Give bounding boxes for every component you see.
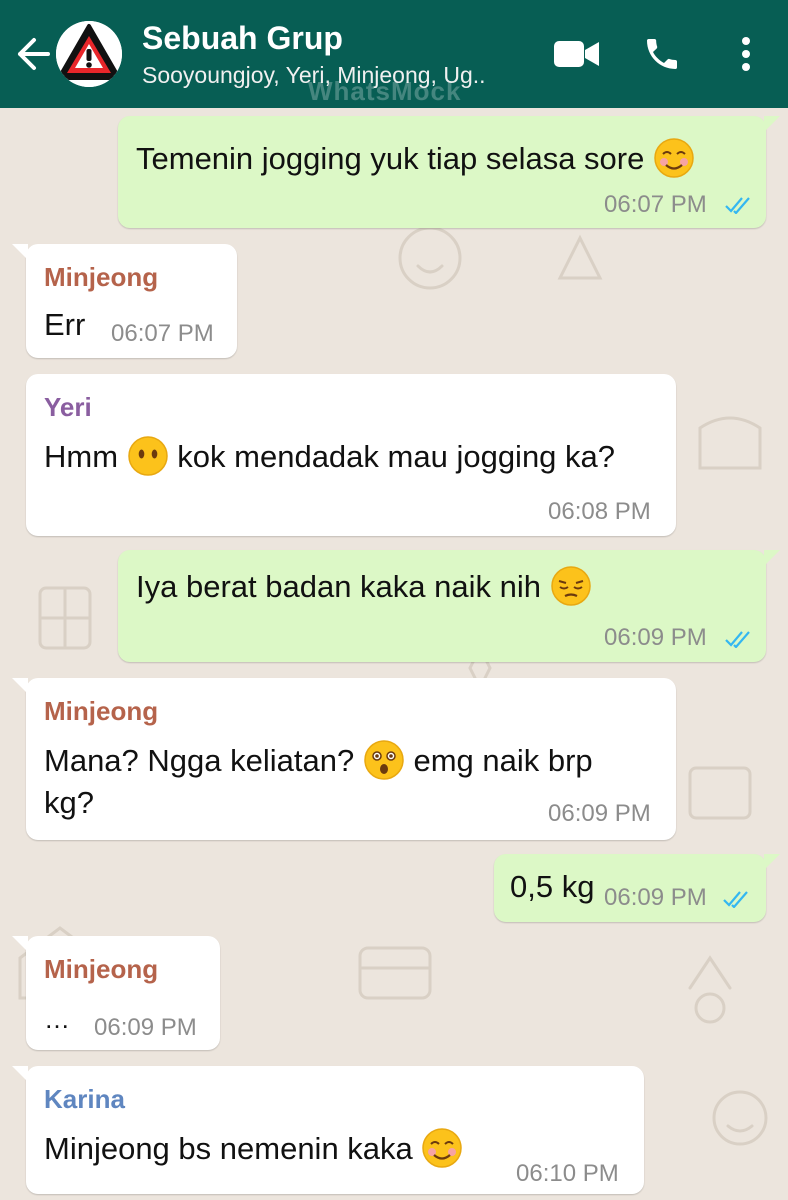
message-bubble-incoming[interactable]: Karina Minjeong bs nemenin kaka 06:10 PM [12,1066,644,1194]
message-text-part: Hmm [44,439,119,474]
message-time: 06:09 PM [548,800,651,827]
message-text: … [44,1004,70,1034]
bubble-tail [12,936,28,952]
message-text: 0,5 kg [510,869,595,904]
watermark: WhatsMock [308,76,462,106]
message-time: 06:10 PM [516,1160,619,1187]
smiling-face-icon [422,1128,463,1168]
read-ticks-icon [725,631,750,648]
message-time: 06:09 PM [604,884,707,911]
astonished-face-icon [364,740,404,780]
bubble-tail [12,1066,28,1082]
group-title[interactable]: Sebuah Grup [142,20,343,57]
message-time: 06:07 PM [604,191,707,218]
face-without-mouth-icon [127,436,168,476]
message-text-part: Mana? Ngga keliatan? [44,743,355,778]
message-text: Minjeong bs nemenin kaka [44,1131,413,1166]
message-bubble-incoming[interactable]: Yeri Hmm kok mendadak mau jogging ka? 06… [26,374,676,536]
bubble-tail [764,550,780,566]
message-text: Iya berat badan kaka naik nih [136,569,541,604]
bubble-tail [764,854,780,870]
message-text: Temenin jogging yuk tiap selasa sore [136,141,645,176]
message-bubble-incoming[interactable]: Minjeong Err 06:07 PM [12,244,237,358]
message-text: Hmm kok mendadak mau jogging ka? [44,436,615,478]
read-ticks-icon [723,891,748,908]
chat-area[interactable]: Temenin jogging yuk tiap selasa sore 06:… [0,108,788,1200]
bubble-tail [764,116,780,132]
more-options-icon[interactable] [722,30,770,78]
message-text-part: kok mendadak mau jogging ka? [177,439,616,474]
message-text: Iya berat badan kaka naik nih [136,566,592,608]
message-time: 06:09 PM [604,624,707,651]
message-bubble-incoming[interactable]: Minjeong … 06:09 PM [12,936,220,1050]
bubble-tail [12,678,28,694]
message-bubble-outgoing[interactable]: Temenin jogging yuk tiap selasa sore 06:… [118,116,780,228]
bubble-tail [12,244,28,260]
pensive-face-icon [550,566,591,606]
message-text: Mana? Ngga keliatan? emg naik brp [44,740,593,782]
message-text: Temenin jogging yuk tiap selasa sore [136,138,695,180]
message-time: 06:08 PM [548,498,651,525]
back-arrow-icon[interactable] [14,36,52,72]
chat-header: Sebuah Grup Sooyoungjoy, Yeri, Minjeong,… [0,0,788,108]
message-time: 06:09 PM [94,1014,197,1041]
message-time: 06:07 PM [111,320,214,347]
message-text: Minjeong bs nemenin kaka [44,1128,463,1170]
message-bubble-outgoing[interactable]: Iya berat badan kaka naik nih 06:09 PM [118,550,780,662]
smiling-face-icon [654,138,694,178]
message-text-part: emg naik brp [413,743,593,778]
sender-name[interactable]: Yeri [44,392,92,423]
sender-name[interactable]: Karina [44,1084,125,1115]
sender-name[interactable]: Minjeong [44,696,158,727]
phone-call-icon[interactable] [638,30,686,78]
message-text-line2: kg? [44,785,94,820]
group-avatar[interactable] [56,21,122,87]
sender-name[interactable]: Minjeong [44,262,158,293]
sender-name[interactable]: Minjeong [44,954,158,985]
message-bubble-outgoing[interactable]: 0,5 kg 06:09 PM [494,854,780,922]
message-bubble-incoming[interactable]: Minjeong Mana? Ngga keliatan? emg naik b… [12,678,676,840]
video-call-icon[interactable] [553,30,601,78]
message-text: Err [44,307,86,342]
read-ticks-icon [725,197,750,214]
warning-sign-icon [56,21,122,87]
